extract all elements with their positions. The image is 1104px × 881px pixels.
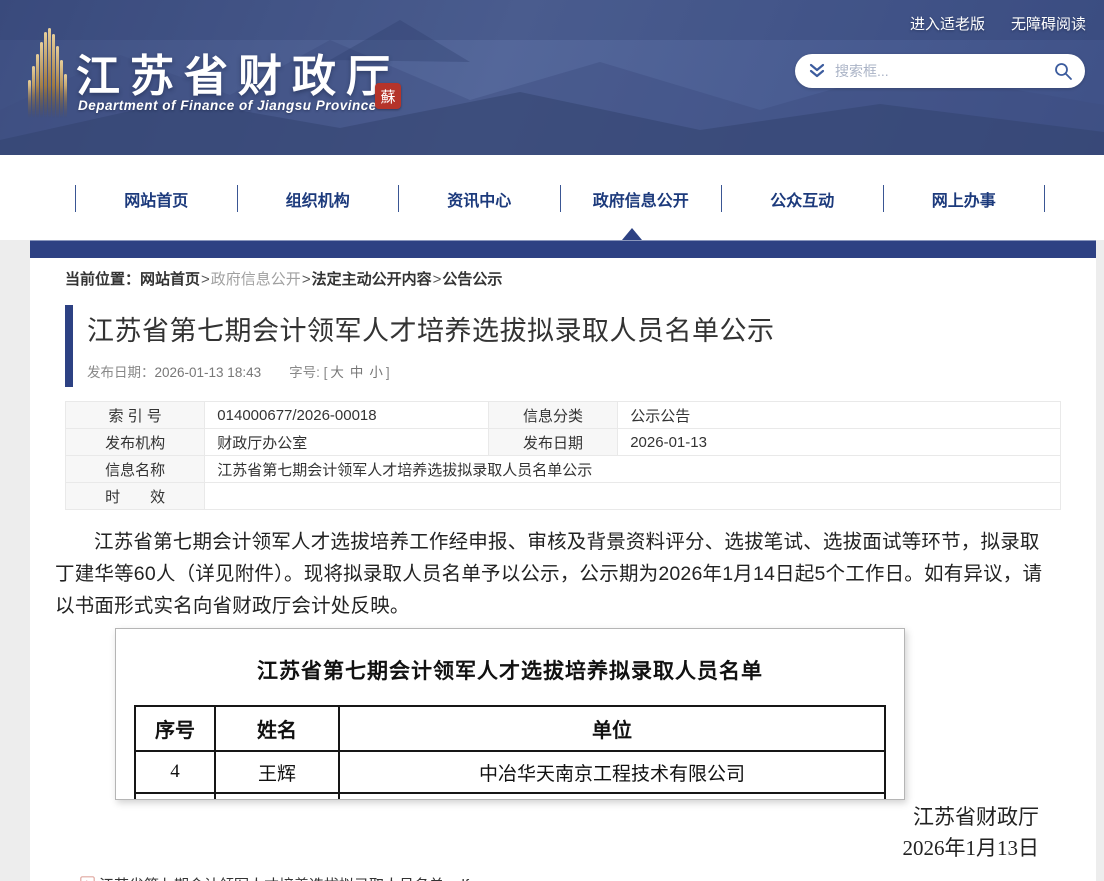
table-row-cutoff <box>135 793 885 800</box>
breadcrumb-separator: > <box>302 271 311 288</box>
table-row: 信息名称 江苏省第七期会计领军人才培养选拔拟录取人员名单公示 <box>66 456 1061 483</box>
signature-block: 江苏省财政厅 2026年1月13日 <box>65 802 1061 864</box>
article-container: 当前位置：网站首页>政府信息公开>法定主动公开内容>公告公示 江苏省第七期会计领… <box>30 240 1096 881</box>
nav-item-home[interactable]: 网站首页 <box>75 185 237 212</box>
left-gutter <box>0 240 30 881</box>
meta-value-info-name: 江苏省第七期会计领军人才培养选拔拟录取人员名单公示 <box>205 456 1061 483</box>
article-meta: 发布日期：2026-01-13 18:43 字号: [大中小] <box>87 361 1061 381</box>
article-body-paragraph: 江苏省第七期会计领军人才选拔培养工作经申报、审核及背景资料评分、选拔笔试、选拔面… <box>55 526 1051 622</box>
fontsize-label: 字号: [ <box>289 365 327 380</box>
meta-value-validity <box>205 483 1061 510</box>
department-logo-icon <box>28 26 70 118</box>
jiangsu-seal-icon: 蘇 <box>375 83 401 109</box>
accessibility-link[interactable]: 无障碍阅读 <box>1011 13 1086 34</box>
col-header-employer: 单位 <box>339 706 885 751</box>
breadcrumb-label: 当前位置： <box>65 271 140 288</box>
attachment-filename: 江苏省第七期会计领军人才培养选拔拟录取人员名单.pdf <box>99 874 469 881</box>
meta-value-publisher: 财政厅办公室 <box>205 429 489 456</box>
breadcrumb-separator: > <box>201 271 210 288</box>
fontsize-large-button[interactable]: 大 <box>330 365 344 380</box>
page: 江苏省财政厅 Department of Finance of Jiangsu … <box>0 0 1104 881</box>
meta-label-index-no: 索 引 号 <box>66 402 205 429</box>
elder-version-link[interactable]: 进入适老版 <box>910 13 985 34</box>
active-nav-indicator-icon <box>622 228 642 240</box>
site-title-english: Department of Finance of Jiangsu Provinc… <box>78 98 377 113</box>
breadcrumb-separator: > <box>433 271 442 288</box>
nav-item-news[interactable]: 资讯中心 <box>398 185 560 212</box>
document-meta-table: 索 引 号 014000677/2026-00018 信息分类 公示公告 发布机… <box>65 401 1061 510</box>
breadcrumb-item-home[interactable]: 网站首页 <box>140 271 200 288</box>
meta-value-category: 公示公告 <box>618 402 1061 429</box>
right-gutter <box>1096 240 1104 881</box>
signature-date: 2026年1月13日 <box>65 833 1039 864</box>
meta-value-pubdate: 2026-01-13 <box>618 429 1061 456</box>
table-row: 时 效 <box>66 483 1061 510</box>
cell-seq: 4 <box>135 751 215 793</box>
meta-value-index-no: 014000677/2026-00018 <box>205 402 489 429</box>
meta-label-info-name: 信息名称 <box>66 456 205 483</box>
pdf-file-icon <box>80 876 95 881</box>
site-header: 江苏省财政厅 Department of Finance of Jiangsu … <box>0 0 1104 155</box>
chevron-double-down-icon[interactable] <box>807 61 827 81</box>
nav-item-gov-info[interactable]: 政府信息公开 <box>560 185 722 212</box>
search-box[interactable] <box>795 54 1085 88</box>
fontsize-label-close: ] <box>386 365 390 380</box>
breadcrumb-item-gov-info[interactable]: 政府信息公开 <box>211 271 301 288</box>
fontsize-small-button[interactable]: 小 <box>369 365 383 380</box>
fontsize-medium-button[interactable]: 中 <box>350 365 364 380</box>
article-header: 江苏省第七期会计领军人才培养选拔拟录取人员名单公示 发布日期：2026-01-1… <box>65 305 1061 387</box>
publish-datetime: 2026-01-13 18:43 <box>155 365 262 380</box>
table-row: 索 引 号 014000677/2026-00018 信息分类 公示公告 <box>66 402 1061 429</box>
col-header-seq: 序号 <box>135 706 215 751</box>
breadcrumb-item-statutory-disclosure[interactable]: 法定主动公开内容 <box>312 271 432 288</box>
table-row: 4 王辉 中冶华天南京工程技术有限公司 <box>135 751 885 793</box>
meta-label-validity: 时 效 <box>66 483 205 510</box>
breadcrumb: 当前位置：网站首页>政府信息公开>法定主动公开内容>公告公示 <box>65 268 1061 289</box>
section-divider-bar <box>30 240 1096 258</box>
embedded-list-image: 江苏省第七期会计领军人才选拔培养拟录取人员名单 序号 姓名 单位 4 王辉 中冶… <box>115 628 905 800</box>
cell-empty <box>215 793 339 800</box>
main-nav: 网站首页 组织机构 资讯中心 政府信息公开 公众互动 网上办事 <box>0 155 1104 240</box>
cell-empty <box>339 793 885 800</box>
breadcrumb-item-announcements[interactable]: 公告公示 <box>442 271 502 288</box>
meta-label-publisher: 发布机构 <box>66 429 205 456</box>
meta-label-pubdate: 发布日期 <box>488 429 617 456</box>
admitted-list-table: 序号 姓名 单位 4 王辉 中冶华天南京工程技术有限公司 <box>134 705 886 800</box>
table-row: 发布机构 财政厅办公室 发布日期 2026-01-13 <box>66 429 1061 456</box>
table-header-row: 序号 姓名 单位 <box>135 706 885 751</box>
cell-employer: 中冶华天南京工程技术有限公司 <box>339 751 885 793</box>
nav-item-interaction[interactable]: 公众互动 <box>721 185 883 212</box>
search-icon[interactable] <box>1053 61 1073 81</box>
attachment-link[interactable]: 江苏省第七期会计领军人才培养选拔拟录取人员名单.pdf <box>80 874 1061 881</box>
nav-item-organization[interactable]: 组织机构 <box>237 185 399 212</box>
nav-item-online-services[interactable]: 网上办事 <box>883 185 1045 212</box>
cell-name: 王辉 <box>215 751 339 793</box>
col-header-name: 姓名 <box>215 706 339 751</box>
embedded-doc-title: 江苏省第七期会计领军人才选拔培养拟录取人员名单 <box>116 655 904 685</box>
search-input[interactable] <box>827 63 1053 79</box>
cell-empty <box>135 793 215 800</box>
page-title: 江苏省第七期会计领军人才培养选拔拟录取人员名单公示 <box>87 309 1061 348</box>
publish-date-label: 发布日期： <box>87 365 155 380</box>
signature-org: 江苏省财政厅 <box>65 802 1039 833</box>
site-title: 江苏省财政厅 <box>76 40 400 104</box>
meta-label-category: 信息分类 <box>488 402 617 429</box>
